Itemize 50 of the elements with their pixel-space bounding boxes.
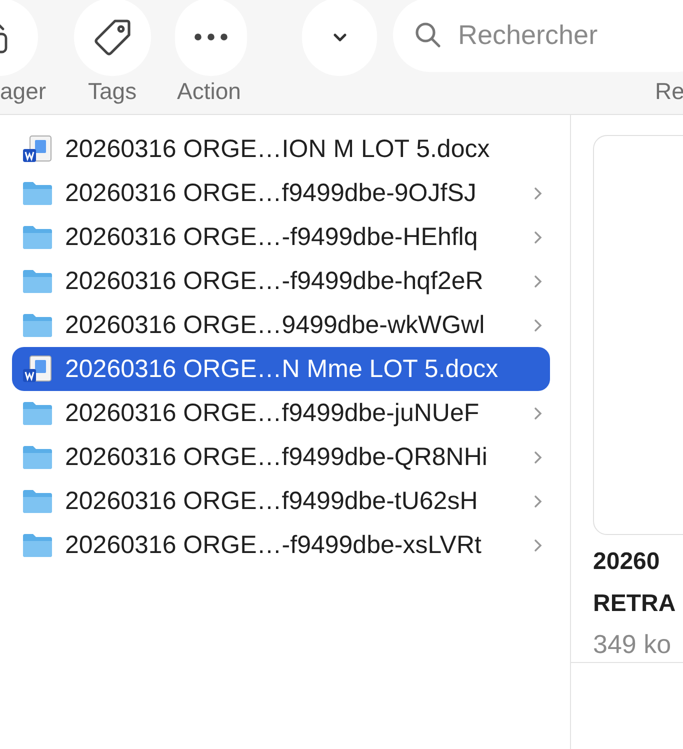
chevron-right-icon bbox=[534, 230, 542, 244]
search-field[interactable]: Rechercher bbox=[393, 0, 683, 72]
word-document-icon bbox=[22, 355, 53, 383]
toolbar-label: ager bbox=[0, 78, 46, 105]
toolbar-label: Action bbox=[177, 78, 241, 105]
chevron-right-icon bbox=[534, 450, 542, 464]
file-name: 20260316 ORGE…ION M LOT 5.docx bbox=[65, 134, 491, 164]
file-name: 20260316 ORGE…f9499dbe-tU62sH bbox=[65, 486, 479, 516]
chevron-right-icon bbox=[534, 406, 542, 420]
folder-icon bbox=[22, 224, 53, 250]
folder-icon bbox=[22, 400, 53, 426]
folder-icon bbox=[22, 180, 53, 206]
folder-icon bbox=[22, 444, 53, 470]
search-icon bbox=[415, 22, 441, 48]
folder-icon bbox=[22, 532, 53, 558]
more-icon bbox=[194, 33, 228, 41]
file-row[interactable]: 20260316 ORGE…N Mme LOT 5.docx bbox=[12, 347, 550, 391]
chevron-right-icon bbox=[534, 274, 542, 288]
toolbar-label: Tags bbox=[88, 78, 137, 105]
file-row[interactable]: 20260316 ORGE…-f9499dbe-hqf2eR bbox=[12, 259, 550, 303]
file-name: 20260316 ORGE…N Mme LOT 5.docx bbox=[65, 354, 500, 384]
folder-icon bbox=[22, 268, 53, 294]
chevron-right-icon bbox=[534, 538, 542, 552]
chevron-right-icon bbox=[534, 186, 542, 200]
file-row[interactable]: 20260316 ORGE…9499dbe-wkWGwl bbox=[12, 303, 550, 347]
file-name: 20260316 ORGE…-f9499dbe-hqf2eR bbox=[65, 266, 484, 296]
file-row[interactable]: 20260316 ORGE…-f9499dbe-HEhflq bbox=[12, 215, 550, 259]
folder-icon bbox=[22, 488, 53, 514]
file-name: 20260316 ORGE…f9499dbe-QR8NHi bbox=[65, 442, 488, 472]
word-document-icon bbox=[22, 135, 53, 163]
preview-title: 20260 bbox=[593, 547, 661, 577]
file-row[interactable]: 20260316 ORGE…f9499dbe-juNUeF bbox=[12, 391, 550, 435]
file-name: 20260316 ORGE…9499dbe-wkWGwl bbox=[65, 310, 486, 340]
chevron-down-icon bbox=[332, 32, 346, 42]
file-name: 20260316 ORGE…f9499dbe-9OJfSJ bbox=[65, 178, 478, 208]
file-size: 349 ko bbox=[593, 629, 672, 660]
file-row[interactable]: 20260316 ORGE…f9499dbe-tU62sH bbox=[12, 479, 550, 523]
tag-icon bbox=[92, 17, 132, 57]
file-row[interactable]: 20260316 ORGE…f9499dbe-9OJfSJ bbox=[12, 171, 550, 215]
chevron-right-icon bbox=[534, 494, 542, 508]
file-name: 20260316 ORGE…-f9499dbe-HEhflq bbox=[65, 222, 479, 252]
file-row[interactable]: 20260316 ORGE…ION M LOT 5.docx bbox=[12, 127, 550, 171]
file-row[interactable]: 20260316 ORGE…f9499dbe-QR8NHi bbox=[12, 435, 550, 479]
file-row[interactable]: 20260316 ORGE…-f9499dbe-xsLVRt bbox=[12, 523, 550, 567]
folder-icon bbox=[22, 312, 53, 338]
file-name: 20260316 ORGE…f9499dbe-juNUeF bbox=[65, 398, 480, 428]
file-name: 20260316 ORGE…-f9499dbe-xsLVRt bbox=[65, 530, 482, 560]
chevron-right-icon bbox=[534, 318, 542, 332]
toolbar-label: Re bbox=[655, 78, 683, 105]
preview-title: RETRA bbox=[593, 589, 677, 619]
